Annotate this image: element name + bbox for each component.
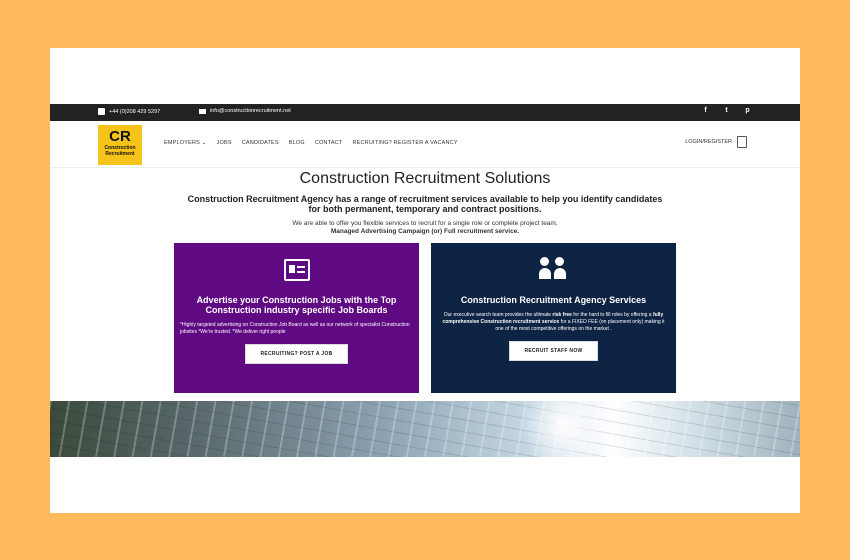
nav-contact[interactable]: CONTACT bbox=[315, 140, 343, 146]
login-icon bbox=[737, 136, 747, 148]
hero-lead: Construction Recruitment Agency has a ra… bbox=[187, 194, 663, 214]
pinterest-icon[interactable]: p bbox=[743, 107, 752, 114]
twitter-icon[interactable]: t bbox=[722, 107, 731, 114]
hero-text-line-2: Managed Advertising Campaign (or) Full r… bbox=[330, 228, 520, 235]
advertise-jobs-card: Advertise your Construction Jobs with th… bbox=[174, 243, 419, 393]
id-card-icon bbox=[283, 259, 310, 281]
building-banner-image bbox=[50, 401, 800, 457]
hero-text: We are able to offer you flexible servic… bbox=[200, 220, 650, 236]
phone-contact[interactable]: +44 (0)208 429 5297 bbox=[98, 108, 160, 115]
agency-services-card: Construction Recruitment Agency Services… bbox=[431, 243, 676, 393]
main-navbar: CR Construction Recruitment EMPLOYERS ⌄ … bbox=[50, 121, 800, 168]
email-contact[interactable]: info@constructionrecruitment.net bbox=[199, 108, 291, 114]
phone-number: +44 (0)208 429 5297 bbox=[109, 108, 161, 115]
advertise-card-title: Advertise your Construction Jobs with th… bbox=[196, 295, 397, 315]
post-job-button[interactable]: RECRUITING? POST A JOB bbox=[245, 344, 348, 364]
nav-employers[interactable]: EMPLOYERS ⌄ bbox=[164, 140, 207, 146]
nav-register-vacancy[interactable]: RECRUITING? REGISTER A VACANCY bbox=[352, 140, 457, 146]
page-title: Construction Recruitment Solutions bbox=[299, 170, 551, 187]
site-logo[interactable]: CR Construction Recruitment bbox=[98, 125, 142, 165]
nav-menu: EMPLOYERS ⌄ JOBS CANDIDATES BLOG CONTACT… bbox=[164, 140, 458, 146]
agency-card-description: Our executive search team provides the u… bbox=[442, 312, 665, 332]
logo-initials: CR bbox=[109, 128, 131, 145]
browser-frame: +44 (0)208 429 5297 info@constructionrec… bbox=[50, 48, 800, 513]
agency-card-title: Construction Recruitment Agency Services bbox=[460, 295, 647, 305]
nav-blog[interactable]: BLOG bbox=[289, 140, 305, 146]
top-contact-bar: +44 (0)208 429 5297 info@constructionrec… bbox=[50, 104, 800, 121]
hero-text-line-1: We are able to offer you flexible servic… bbox=[292, 220, 558, 227]
recruit-staff-button[interactable]: RECRUIT STAFF NOW bbox=[509, 341, 598, 361]
nav-jobs[interactable]: JOBS bbox=[217, 140, 232, 146]
email-address: info@constructionrecruitment.net bbox=[210, 108, 291, 114]
people-icon bbox=[538, 257, 569, 279]
login-register-link[interactable]: LOGIN/REGISTER bbox=[685, 136, 747, 148]
social-links: f t p bbox=[701, 107, 752, 114]
facebook-icon[interactable]: f bbox=[701, 107, 710, 114]
advertise-card-description: *Highly targeted advertising on Construc… bbox=[180, 322, 410, 335]
logo-line-2: Recruitment bbox=[105, 151, 135, 157]
login-label: LOGIN/REGISTER bbox=[685, 139, 732, 145]
phone-icon bbox=[98, 108, 105, 115]
nav-candidates[interactable]: CANDIDATES bbox=[242, 140, 279, 146]
envelope-icon bbox=[199, 108, 206, 114]
